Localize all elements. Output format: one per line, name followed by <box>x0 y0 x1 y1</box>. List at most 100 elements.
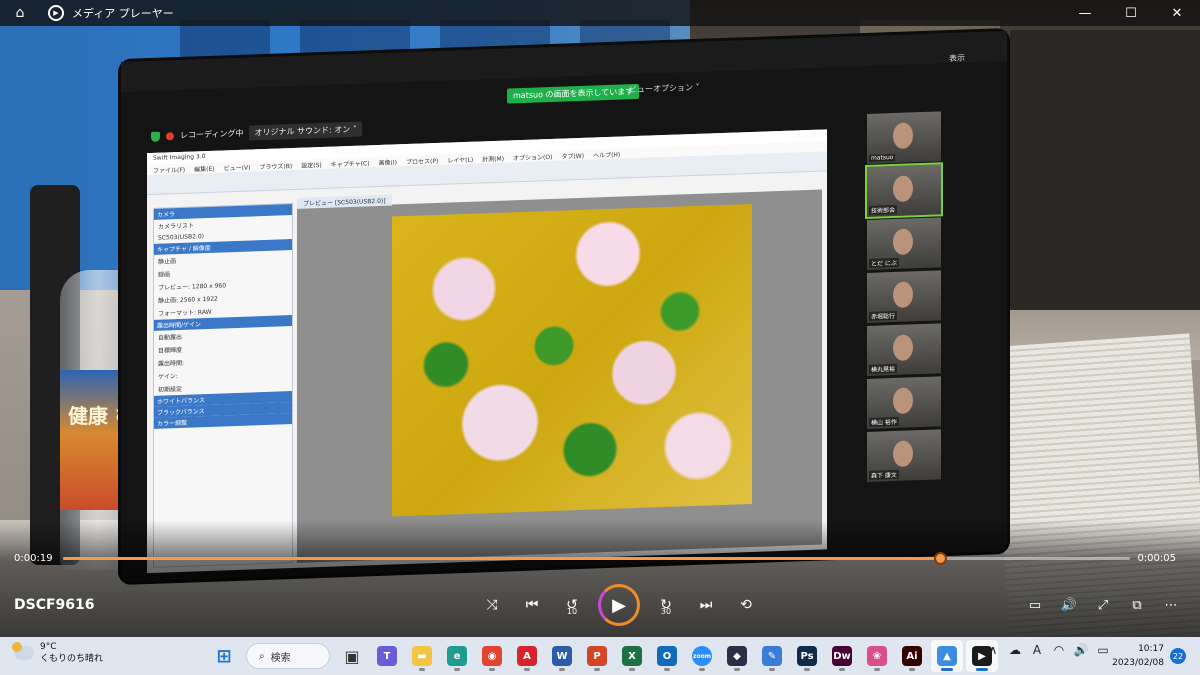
chrome-icon: ◉ <box>482 646 502 666</box>
rewind-10-button[interactable]: ↺ 10 <box>552 585 592 625</box>
participant-name: とだ にぶ <box>869 257 899 268</box>
taskbar-word-icon[interactable]: W <box>546 640 578 672</box>
current-time: 0:00:19 <box>14 553 53 564</box>
partly-cloudy-icon <box>12 642 34 660</box>
recording-label: レコーディング中 <box>180 128 244 140</box>
show-hidden-icons[interactable]: ∧ <box>984 643 1002 657</box>
word-icon: W <box>552 646 572 666</box>
maximize-button[interactable]: ☐ <box>1108 0 1154 26</box>
wifi-icon[interactable]: ◠ <box>1050 643 1068 657</box>
taskbar-photos-icon[interactable]: ❀ <box>861 640 893 672</box>
taskbar-excel-icon[interactable]: X <box>616 640 648 672</box>
participant-name: 横山 裕作 <box>869 416 899 427</box>
dark-box <box>1010 30 1200 310</box>
seek-bar[interactable] <box>63 552 1130 565</box>
participant-face <box>893 175 913 203</box>
app-menu-item: プロセス(P) <box>406 157 439 167</box>
taskbar-outlook-icon[interactable]: O <box>651 640 683 672</box>
taskbar-search[interactable]: ⌕ 検索 <box>246 643 330 669</box>
paint-icon: ✎ <box>762 646 782 666</box>
player-right-controls: ▭ 🔊 ⤢ ⧉ ⋯ <box>1018 590 1188 620</box>
taskbar-photos-app-icon[interactable]: ▲ <box>931 640 963 672</box>
participant-face <box>893 440 913 468</box>
more-button[interactable]: ⋯ <box>1154 590 1188 620</box>
microscope-preview <box>392 203 752 517</box>
participant-name: 森下 康文 <box>869 469 899 480</box>
close-button[interactable]: ✕ <box>1154 0 1200 26</box>
zoom-view-options: ビューオプション ˅ <box>629 82 700 95</box>
participant-face <box>893 281 913 309</box>
app-dark-icon: ◆ <box>727 646 747 666</box>
app-menu-item: 計測(M) <box>482 155 505 164</box>
participant-face <box>893 387 913 415</box>
app-menu-item: 画像(I) <box>378 159 397 168</box>
play-button[interactable]: ▶ <box>598 584 640 626</box>
participant-face <box>893 334 913 362</box>
next-button[interactable]: ⏭ <box>686 585 726 625</box>
app-menu-item: 編集(E) <box>194 165 215 174</box>
excel-icon: X <box>622 646 642 666</box>
acrobat-icon: A <box>517 646 537 666</box>
explorer-icon: ▬ <box>412 646 432 666</box>
zoom-show-label: 表示 <box>949 53 965 64</box>
captions-button[interactable]: ▭ <box>1018 590 1052 620</box>
seek-thumb[interactable] <box>934 552 948 565</box>
clock[interactable]: 10:17 2023/02/08 <box>1112 642 1164 670</box>
miniplayer-button[interactable]: ⧉ <box>1120 590 1154 620</box>
clock-date: 2023/02/08 <box>1112 658 1164 668</box>
total-time: 0:00:05 <box>1137 553 1176 564</box>
volume-button[interactable]: 🔊 <box>1052 590 1086 620</box>
forward-30-button[interactable]: ↻ 30 <box>646 585 686 625</box>
app-menu-item: ファイル(F) <box>153 166 186 175</box>
app-menu-item: オプション(O) <box>513 153 553 163</box>
taskbar-illustrator-icon[interactable]: Ai <box>896 640 928 672</box>
taskbar-explorer-icon[interactable]: ▬ <box>406 640 438 672</box>
taskbar-teams-icon[interactable]: T <box>371 640 403 672</box>
taskbar-edge-icon[interactable]: e <box>441 640 473 672</box>
minimize-button[interactable]: — <box>1062 0 1108 26</box>
search-icon: ⌕ <box>259 650 265 662</box>
recording-bar: レコーディング中 オリジナル サウンド: オン ˅ <box>151 121 362 144</box>
ime-icon[interactable]: A <box>1028 643 1046 657</box>
window-title: メディア プレーヤー <box>72 7 174 20</box>
taskbar-task-view-icon[interactable]: ▣ <box>336 640 368 672</box>
participant-tile: とだ にぶ <box>867 217 941 270</box>
taskbar-photoshop-icon[interactable]: Ps <box>791 640 823 672</box>
zoom-icon: zoom <box>692 646 712 666</box>
edge-icon: e <box>447 646 467 666</box>
forward-label: 30 <box>660 607 672 616</box>
taskbar-chrome-icon[interactable]: ◉ <box>476 640 508 672</box>
zoom-share-badge: matsuo の画面を表示しています <box>507 83 640 104</box>
participant-name: 技術部会 <box>869 204 898 215</box>
participant-tile: 赤堀聡行 <box>867 270 941 323</box>
search-label: 検索 <box>270 652 291 664</box>
taskbar-dreamweaver-icon[interactable]: Dw <box>826 640 858 672</box>
volume-icon[interactable]: 🔊 <box>1072 643 1090 657</box>
participant-tile: 森下 康文 <box>867 429 941 482</box>
taskbar-acrobat-icon[interactable]: A <box>511 640 543 672</box>
weather-widget[interactable]: 9°C くもりのち晴れ <box>12 641 103 665</box>
battery-icon[interactable]: ▭ <box>1094 643 1112 657</box>
taskbar-apps: ⊞ ⌕ 検索 ▣ T ▬ e ◉ A W P X Ozoom ◆ ✎ Ps Dw ❀ Ai ▲ ▶ <box>208 640 998 672</box>
taskbar-paint-icon[interactable]: ✎ <box>756 640 788 672</box>
taskbar-app-dark-icon[interactable]: ◆ <box>721 640 753 672</box>
participant-face <box>893 228 913 256</box>
participant-face <box>893 122 913 150</box>
illustrator-icon: Ai <box>902 646 922 666</box>
taskbar-start-icon[interactable]: ⊞ <box>208 640 240 672</box>
taskbar-zoom-icon[interactable]: zoom <box>686 640 718 672</box>
repeat-button[interactable]: ⟲ <box>726 585 766 625</box>
participant-tile: 技術部会 <box>865 162 943 220</box>
onedrive-icon[interactable]: ☁ <box>1006 643 1024 657</box>
taskbar-powerpoint-icon[interactable]: P <box>581 640 613 672</box>
previous-button[interactable]: ⏮ <box>512 585 552 625</box>
record-dot-icon <box>166 131 174 140</box>
notification-badge[interactable]: 22 <box>1170 648 1186 664</box>
imaging-app-window: Swift Imaging 3.0 ファイル(F) 編集(E) ビュー(V) ブラウズ… <box>147 129 827 574</box>
fullscreen-button[interactable]: ⤢ <box>1086 590 1120 620</box>
home-icon[interactable]: ⌂ <box>0 0 40 26</box>
shuffle-button[interactable]: ⤨ <box>472 585 512 625</box>
powerpoint-icon: P <box>587 646 607 666</box>
system-tray: ∧ ☁ A ◠ 🔊 ▭ <box>984 643 1112 657</box>
participant-tile: 横山 裕作 <box>867 376 941 429</box>
